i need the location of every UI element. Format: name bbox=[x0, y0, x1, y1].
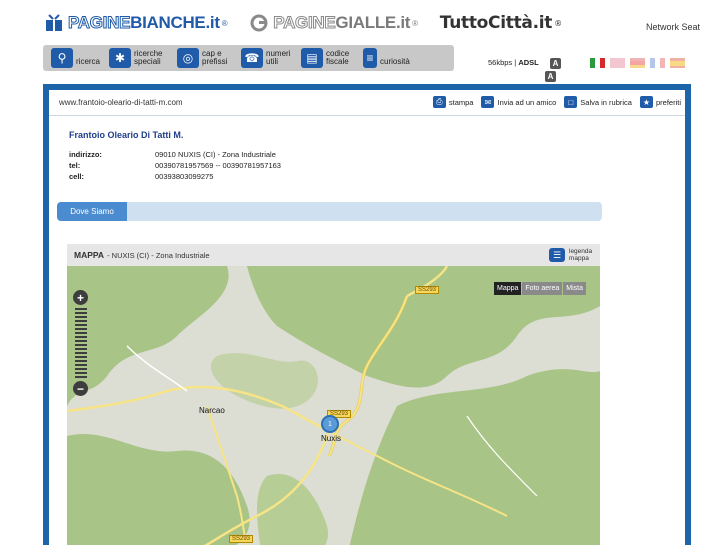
address-value: 09010 NUXIS (CI) - Zona Industriale bbox=[155, 150, 276, 159]
business-name: Frantoio Oleario Di Tatti M. bbox=[69, 130, 184, 140]
flag-spain-icon[interactable] bbox=[670, 58, 685, 68]
map-subtitle: - NUXIS (CI) - Zona Industriale bbox=[107, 250, 210, 260]
network-seat-link[interactable]: Network Seat bbox=[646, 22, 700, 32]
toolbar-item-label: ricerche speciali bbox=[134, 49, 163, 66]
map-legend-button[interactable]: ☰ legenda mappa bbox=[549, 248, 595, 262]
speed-adsl-link[interactable]: ADSL bbox=[518, 58, 538, 67]
portal-logos: PAGINE BIANCHE.it ® PAGINE GIALLE.it ® Tutto… bbox=[44, 12, 562, 34]
zoom-in-icon[interactable]: + bbox=[73, 290, 88, 305]
map-view[interactable]: SS293 SS293 SS293 Narcao Nuxis 1 Mappa F… bbox=[67, 266, 600, 545]
toolbar-item-label: curiosità bbox=[380, 57, 410, 66]
toolbar-item-codice-fiscale[interactable]: ▤ codice fiscale bbox=[301, 48, 354, 68]
cell-row: cell: 00393803099275 bbox=[69, 171, 281, 182]
registered-mark: ® bbox=[221, 18, 228, 28]
address-row: indirizzo: 09010 NUXIS (CI) - Zona Indus… bbox=[69, 149, 281, 160]
toolbar-item-curiosita[interactable]: ≡ curiosità bbox=[363, 48, 410, 68]
business-info: Frantoio Oleario Di Tatti M. indirizzo: … bbox=[69, 130, 281, 182]
toolbar-item-cap-prefissi[interactable]: ◎ cap e prefissi bbox=[177, 48, 232, 68]
map-marker[interactable]: 1 bbox=[321, 415, 339, 433]
save-to-addressbook-action[interactable]: □ Salva in rubrica bbox=[564, 96, 632, 108]
zoom-control: + − bbox=[73, 290, 89, 396]
main-toolbar: ⚲ ricerca ✱ ricerche speciali ◎ cap e pr… bbox=[43, 45, 454, 71]
url-bar: www.frantoio-oleario-di-tatti-m.com ⎙ st… bbox=[49, 90, 685, 116]
road-shield: SS293 bbox=[229, 535, 254, 543]
paginebianche-logo[interactable]: PAGINE BIANCHE.it ® bbox=[44, 13, 228, 33]
map-type-foto-aerea[interactable]: Foto aerea bbox=[522, 282, 563, 295]
tuttocitta-logo-text: TuttoCittà.it bbox=[439, 13, 553, 33]
globe-icon: ◎ bbox=[177, 48, 200, 68]
grid-icon: ≡ bbox=[363, 48, 378, 68]
actions-bar: ⎙ stampa ✉ Invia ad un amico □ Salva in … bbox=[425, 96, 681, 108]
toolbar-item-label: ricerca bbox=[76, 57, 101, 66]
paginebianche-mark-icon bbox=[46, 14, 62, 31]
website-link[interactable]: www.frantoio-oleario-di-tatti-m.com bbox=[59, 98, 183, 107]
list-icon: ☰ bbox=[549, 248, 565, 262]
speed-badge: A bbox=[550, 58, 561, 69]
search-icon: ⚲ bbox=[51, 48, 73, 68]
folder-icon: □ bbox=[564, 96, 578, 108]
map-type-selector: Mappa Foto aerea Mista bbox=[493, 282, 586, 295]
connection-speed: 56kbps | ADSL bbox=[488, 58, 539, 67]
toolbar-item-numeri-utili[interactable]: ☎ numeri utili bbox=[241, 48, 292, 68]
toolbar-item-ricerche-speciali[interactable]: ✱ ricerche speciali bbox=[109, 48, 168, 68]
paginegialle-mark-icon bbox=[250, 14, 268, 32]
language-flags bbox=[590, 58, 690, 68]
tab-dove-siamo[interactable]: Dove Siamo bbox=[57, 202, 127, 221]
mail-icon: ✉ bbox=[481, 96, 495, 108]
registered-mark: ® bbox=[412, 18, 418, 28]
paginegialle-logo-outline: PAGINE bbox=[273, 13, 336, 33]
favorites-action[interactable]: ★ preferiti bbox=[639, 96, 681, 108]
map-type-mappa[interactable]: Mappa bbox=[494, 282, 522, 295]
zoom-out-icon[interactable]: − bbox=[73, 381, 88, 396]
place-label-narcao: Narcao bbox=[199, 406, 225, 415]
flag-uk-icon[interactable] bbox=[610, 58, 625, 68]
zoom-slider[interactable] bbox=[75, 308, 87, 378]
tel-key: tel: bbox=[69, 161, 81, 170]
page: PAGINE BIANCHE.it ® PAGINE GIALLE.it ® Tutto… bbox=[0, 0, 727, 545]
map-terrain bbox=[67, 266, 600, 545]
paginegialle-logo-main: GIALLE.it bbox=[335, 13, 411, 32]
flag-italy-icon[interactable] bbox=[590, 58, 605, 68]
phone-icon: ☎ bbox=[241, 48, 264, 68]
map-header: MAPPA - NUXIS (CI) - Zona Industriale ☰ … bbox=[67, 244, 600, 266]
action-label: Salva in rubrica bbox=[580, 97, 632, 107]
puzzle-icon: ✱ bbox=[109, 48, 132, 68]
send-to-friend-action[interactable]: ✉ Invia ad un amico bbox=[481, 96, 556, 108]
card-icon: ▤ bbox=[301, 48, 324, 68]
action-label: stampa bbox=[448, 97, 474, 107]
paginebianche-logo-main: BIANCHE.it bbox=[130, 13, 220, 32]
flag-germany-icon[interactable] bbox=[630, 58, 645, 68]
action-label: Invia ad un amico bbox=[497, 97, 557, 107]
toolbar-item-label: cap e prefissi bbox=[202, 49, 228, 66]
cell-key: cell: bbox=[69, 172, 85, 181]
content-frame: www.frantoio-oleario-di-tatti-m.com ⎙ st… bbox=[43, 84, 691, 545]
place-label-nuxis: Nuxis bbox=[321, 434, 342, 443]
speed-badge: A bbox=[545, 71, 556, 82]
cell-value: 00393803099275 bbox=[155, 172, 214, 181]
road-shield: SS293 bbox=[415, 286, 440, 294]
toolbar-item-ricerca[interactable]: ⚲ ricerca bbox=[51, 48, 100, 68]
toolbar-item-label: codice fiscale bbox=[326, 49, 350, 66]
speed-56kbps-link[interactable]: 56kbps bbox=[488, 58, 512, 67]
print-action[interactable]: ⎙ stampa bbox=[432, 96, 474, 108]
legend-label: legenda mappa bbox=[569, 248, 593, 262]
tel-value: 00390781957569 -- 00390781957163 bbox=[155, 161, 281, 170]
flag-france-icon[interactable] bbox=[650, 58, 665, 68]
tel-row: tel: 00390781957569 -- 00390781957163 bbox=[69, 160, 281, 171]
paginegialle-logo[interactable]: PAGINE GIALLE.it ® bbox=[249, 13, 418, 33]
tuttocitta-logo[interactable]: TuttoCittà.it ® bbox=[440, 13, 562, 33]
action-label: preferiti bbox=[655, 97, 681, 107]
tab-bar: Dove Siamo bbox=[57, 202, 602, 221]
toolbar-item-label: numeri utili bbox=[266, 49, 291, 66]
registered-mark: ® bbox=[554, 18, 562, 28]
address-key: indirizzo: bbox=[69, 150, 102, 159]
map-type-mista[interactable]: Mista bbox=[563, 282, 586, 295]
print-icon: ⎙ bbox=[432, 96, 446, 108]
map-title: MAPPA bbox=[74, 250, 105, 260]
star-icon: ★ bbox=[639, 96, 653, 108]
paginebianche-logo-outline: PAGINE bbox=[67, 13, 131, 33]
